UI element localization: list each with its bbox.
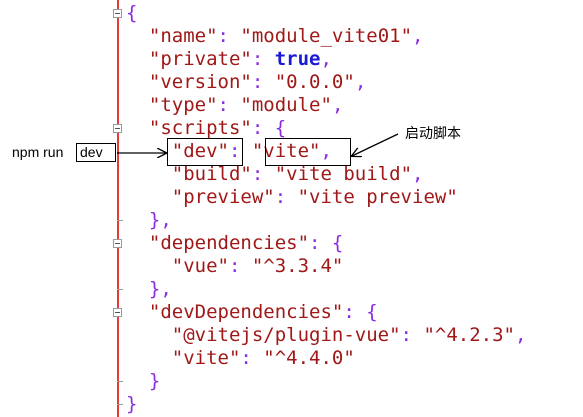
arrow-to-vite-value bbox=[352, 133, 399, 156]
annotation-arrows bbox=[117, 133, 399, 417]
